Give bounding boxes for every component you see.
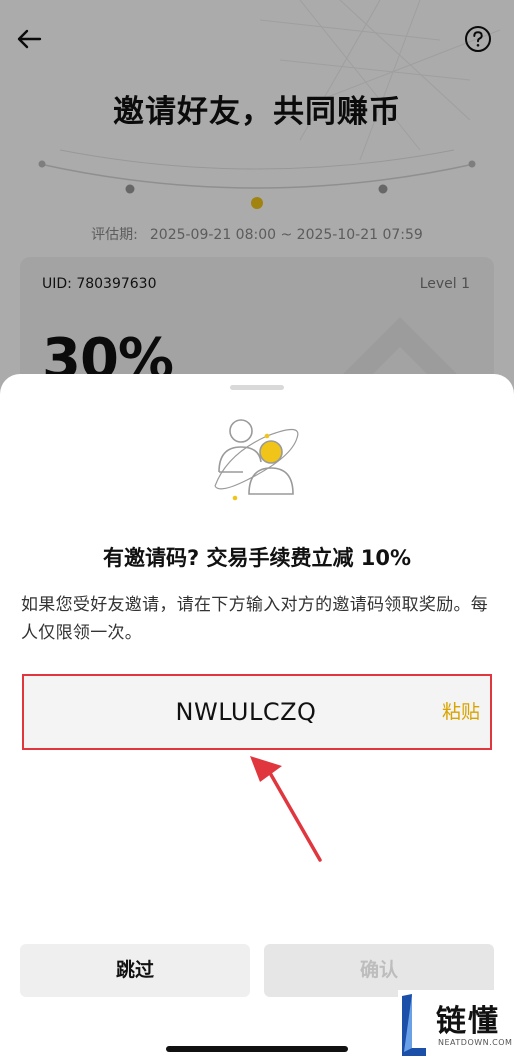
watermark-brand: 链懂	[436, 1004, 500, 1039]
watermark-url: NEATDOWN.COM	[438, 1038, 513, 1047]
watermark: 链懂 NEATDOWN.COM	[398, 990, 514, 1060]
invite-code-input[interactable]: NWLULCZQ 粘贴	[24, 676, 490, 748]
invite-code-sheet: 有邀请码? 交易手续费立减 10% 如果您受好友邀请，请在下方输入对方的邀请码领…	[0, 374, 514, 1060]
paste-button[interactable]: 粘贴	[442, 676, 480, 748]
sheet-description: 如果您受好友邀请，请在下方输入对方的邀请码领取奖励。每人仅限领一次。	[21, 595, 489, 643]
invite-friends-icon	[214, 419, 299, 501]
watermark-logo-icon	[402, 994, 426, 1056]
app-screen: 邀请好友，共同赚币 评估期: 2025-09-21 08:00 ~ 2025-10…	[0, 0, 514, 1060]
skip-button[interactable]: 跳过	[20, 944, 250, 997]
drag-handle[interactable]	[230, 385, 284, 390]
home-indicator	[166, 1046, 348, 1052]
annotation-arrow-icon	[250, 756, 322, 862]
sheet-title: 有邀请码? 交易手续费立减 10%	[102, 546, 412, 570]
invite-code-value[interactable]: NWLULCZQ	[24, 676, 468, 748]
